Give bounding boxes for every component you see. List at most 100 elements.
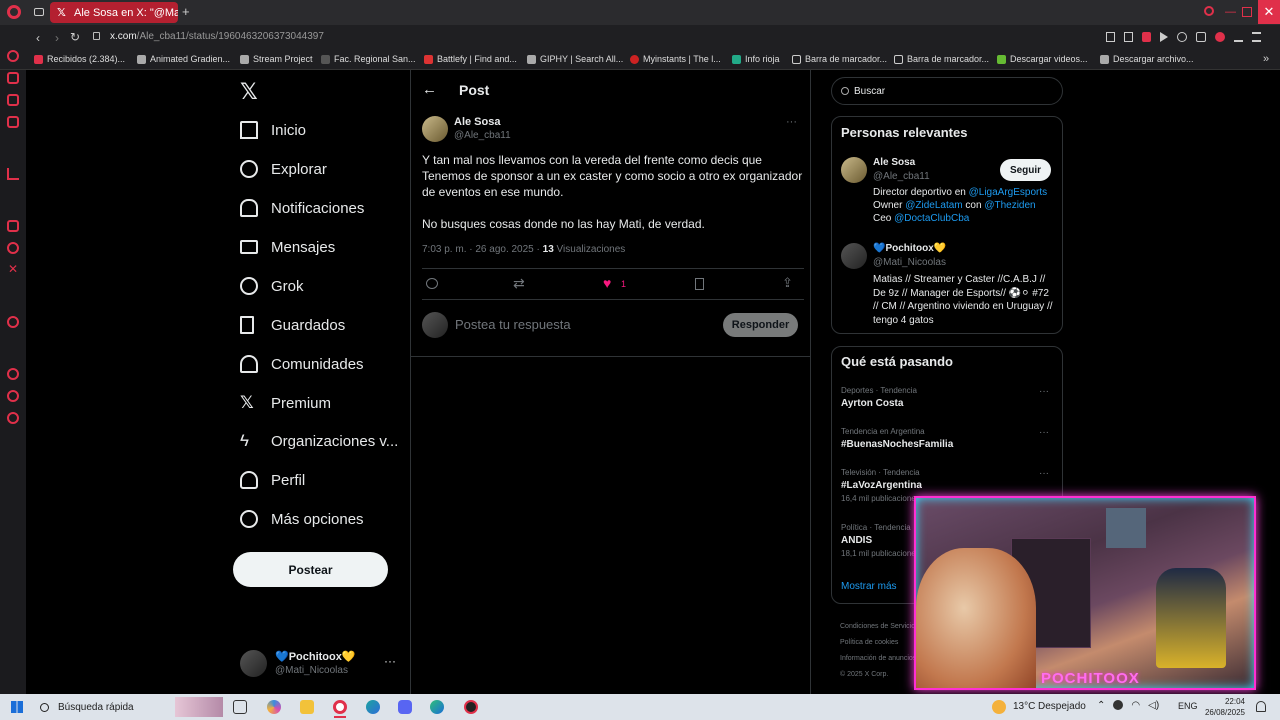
network-icon[interactable]: ◠ — [1131, 700, 1140, 711]
bio-link[interactable]: @ZideLatam — [905, 200, 962, 211]
trend-more-icon[interactable]: ··· — [1039, 427, 1049, 438]
trend-more-icon[interactable]: ··· — [1039, 386, 1049, 397]
post-author-name[interactable]: Ale Sosa — [454, 116, 500, 128]
file-explorer-icon[interactable] — [300, 700, 314, 714]
snapshot-icon[interactable] — [1124, 32, 1133, 42]
sidebar-app-icon[interactable] — [7, 242, 19, 254]
edge-icon[interactable] — [366, 700, 380, 714]
forward-icon[interactable]: › — [55, 31, 59, 45]
bookmark-item[interactable]: Info rioja — [732, 54, 780, 64]
opera-logo-icon[interactable] — [7, 5, 21, 19]
obs-icon[interactable] — [464, 700, 478, 714]
nav-notificaciones[interactable]: Notificaciones — [240, 194, 364, 222]
person-handle[interactable]: @Mati_Nicoolas — [873, 257, 946, 268]
volume-icon[interactable]: ◁) — [1148, 700, 1159, 711]
bio-link[interactable]: @DoctaClubCba — [894, 213, 969, 224]
sidebar-app-icon[interactable] — [7, 220, 19, 232]
new-tab-button[interactable]: + — [182, 4, 190, 19]
nav-comunidades[interactable]: Comunidades — [240, 350, 364, 378]
trend-item[interactable]: Deportes · Tendencia Ayrton Costa ··· — [841, 386, 1056, 409]
person-name[interactable]: 💙Pochitoox💛 — [873, 243, 946, 254]
follow-button[interactable]: Seguir — [1000, 159, 1051, 181]
sidebar-app-icon[interactable] — [7, 50, 19, 62]
reload-icon[interactable]: ↻ — [70, 30, 80, 44]
nav-organizaciones[interactable]: ϟ Organizaciones v... — [240, 427, 398, 455]
bookmark-item[interactable]: Fac. Regional San... — [321, 54, 416, 64]
nav-perfil[interactable]: Perfil — [240, 466, 305, 494]
weather-icon[interactable] — [992, 700, 1006, 714]
sidebar-app-icon[interactable] — [7, 368, 19, 380]
repost-icon[interactable]: ⇄ — [513, 275, 525, 292]
bookmark-item[interactable]: Battlefy | Find and... — [424, 54, 517, 64]
sidebar-app-icon[interactable] — [7, 316, 19, 328]
weather-temp[interactable]: 13°C — [1013, 701, 1035, 712]
copilot-icon[interactable] — [267, 700, 281, 714]
bio-link[interactable]: @LigaArgEsports — [969, 187, 1048, 198]
bookmark-item[interactable]: Myinstants | The l... — [630, 54, 721, 64]
x-logo-icon[interactable]: 𝕏 — [240, 79, 258, 105]
sidebar-app-icon[interactable] — [7, 116, 19, 128]
avatar[interactable] — [841, 243, 867, 269]
share-icon[interactable]: ⇪ — [782, 275, 793, 291]
play-icon[interactable] — [1160, 32, 1168, 42]
tray-app-icon[interactable] — [1113, 700, 1124, 710]
lock-icon[interactable] — [93, 32, 100, 40]
back-icon[interactable]: ‹ — [36, 31, 40, 45]
avatar[interactable] — [841, 157, 867, 183]
account-switcher[interactable]: 💙Pochitoox💛 @Mati_Nicoolas ··· — [240, 648, 400, 680]
bio-link[interactable]: @Theziden — [984, 200, 1035, 211]
search-input[interactable]: Buscar — [831, 77, 1063, 105]
sidebar-x-icon[interactable]: ✕ — [8, 262, 18, 276]
more-dots-icon[interactable]: ··· — [384, 654, 396, 668]
download-icon[interactable] — [1234, 32, 1243, 42]
bookmark-item[interactable]: Descargar videos... — [997, 54, 1088, 64]
close-window-button[interactable]: ✕ — [1258, 0, 1280, 24]
profile-icon[interactable] — [1215, 32, 1225, 42]
minimize-button[interactable]: — — [1225, 6, 1239, 18]
sidebar-app-icon[interactable] — [7, 412, 19, 424]
trend-item[interactable]: Tendencia en Argentina #BuenasNochesFami… — [841, 427, 1056, 450]
sidebar-app-icon[interactable] — [7, 168, 19, 180]
heart-icon[interactable] — [1177, 32, 1187, 42]
clock[interactable]: 22:04 26/08/2025 — [1199, 696, 1245, 718]
bookmark-folder[interactable]: Barra de marcador... — [894, 54, 989, 64]
show-more-link[interactable]: Mostrar más — [841, 581, 897, 592]
discord-icon[interactable] — [398, 700, 412, 714]
start-icon[interactable] — [11, 701, 23, 713]
bookmark-icon[interactable] — [695, 278, 704, 290]
task-view-icon[interactable] — [233, 700, 247, 714]
more-bookmarks-icon[interactable]: » — [1263, 53, 1269, 65]
nav-premium[interactable]: 𝕏 Premium — [240, 389, 331, 417]
trend-more-icon[interactable]: ··· — [1039, 468, 1049, 479]
nav-inicio[interactable]: Inicio — [240, 116, 306, 144]
bookmark-item[interactable]: GIPHY | Search All... — [527, 54, 623, 64]
bookmark-item[interactable]: Recibidos (2.384)... — [34, 54, 125, 64]
bookmark-folder[interactable]: Barra de marcador... — [792, 54, 887, 64]
reply-button[interactable]: Responder — [723, 313, 798, 337]
bookmark-item[interactable]: Animated Gradien... — [137, 54, 230, 64]
back-arrow-icon[interactable]: ← — [422, 81, 437, 98]
chevron-up-icon[interactable]: ⌃ — [1097, 700, 1105, 711]
maximize-button[interactable] — [1242, 7, 1252, 17]
search-tabs-icon[interactable] — [1204, 6, 1214, 16]
nav-mensajes[interactable]: Mensajes — [240, 233, 335, 261]
post-timestamp[interactable]: 7:03 p. m. · 26 ago. 2025 · — [422, 244, 543, 255]
footer-link[interactable]: Política de cookies — [840, 635, 916, 651]
post-more-icon[interactable]: ··· — [786, 116, 797, 128]
notifications-icon[interactable] — [1256, 701, 1266, 712]
menu-icon[interactable] — [1252, 32, 1261, 42]
person-name[interactable]: Ale Sosa — [873, 157, 915, 168]
language-indicator[interactable]: ENG — [1178, 701, 1198, 711]
shield-icon[interactable] — [1142, 32, 1151, 42]
footer-link[interactable]: Condiciones de Servicio — [840, 619, 916, 635]
pin-icon[interactable] — [1106, 32, 1115, 42]
sidebar-app-icon[interactable] — [7, 94, 19, 106]
active-tab[interactable]: 𝕏 Ale Sosa en X: "@Mati_Ni... — [50, 2, 178, 23]
edge-dev-icon[interactable] — [430, 700, 444, 714]
nav-grok[interactable]: Grok — [236, 272, 304, 300]
nav-guardados[interactable]: Guardados — [240, 311, 345, 339]
footer-link[interactable]: Información de anuncios — [840, 651, 916, 667]
extensions-icon[interactable] — [1196, 32, 1206, 42]
postear-button[interactable]: Postear — [233, 552, 388, 587]
reply-input[interactable]: Postea tu respuesta — [455, 317, 715, 332]
